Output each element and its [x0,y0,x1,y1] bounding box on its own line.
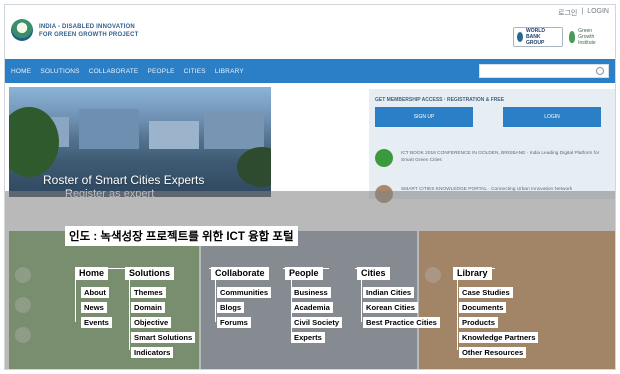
panel-heading: GET MEMBERSHIP ACCESS · REGISTRATION & F… [375,97,505,103]
sitemap-overlay [5,191,615,369]
menu-item-smart-solutions[interactable]: Smart Solutions [131,332,196,343]
login-button[interactable]: LOGIN [503,107,601,127]
menu-item-case-studies[interactable]: Case Studies [459,287,513,298]
menu-item-business[interactable]: Business [291,287,331,298]
menu-item-objective[interactable]: Objective [131,317,172,328]
menu-item-civil-society[interactable]: Civil Society [291,317,343,328]
news-thumbnail-icon [375,149,393,167]
top-links: 로그인 | LOGIN [558,8,609,18]
portal-window: 로그인 | LOGIN INDIA - DISABLED INNOVATION … [4,4,616,370]
world-bank-logo[interactable]: WORLD BANK GROUP [513,27,563,47]
menu-head-solutions[interactable]: Solutions [125,267,174,280]
globe-icon [517,32,524,42]
hero-title: Roster of Smart Cities Experts [43,173,205,187]
site-logo-icon[interactable] [11,19,33,41]
membership-panel: GET MEMBERSHIP ACCESS · REGISTRATION & F… [369,89,615,203]
menu-item-about[interactable]: About [81,287,109,298]
menu-head-collaborate[interactable]: Collaborate [211,267,269,280]
partner-2-label: Green Growth Institute [578,28,596,46]
menu-head-home[interactable]: Home [75,267,109,280]
nav-cities[interactable]: CITIES [184,68,206,75]
overlay-title: 인도 : 녹색성장 프로젝트를 위한 ICT 융합 포털 [65,226,298,246]
menu-item-korean-cities[interactable]: Korean Cities [363,302,418,313]
nav-collaborate[interactable]: COLLABORATE [89,68,139,75]
site-header: 로그인 | LOGIN INDIA - DISABLED INNOVATION … [5,5,615,59]
menu-item-indicators[interactable]: Indicators [131,347,174,358]
menu-item-domain[interactable]: Domain [131,302,165,313]
connector-line [129,268,130,350]
menu-item-communities[interactable]: Communities [217,287,272,298]
menu-item-news[interactable]: News [81,302,107,313]
sign-up-button[interactable]: SIGN UP [375,107,473,127]
brand-line-1: INDIA - DISABLED INNOVATION [39,24,135,30]
top-link-login[interactable]: LOGIN [587,8,609,18]
menu-item-experts[interactable]: Experts [291,332,325,343]
menu-item-academia[interactable]: Academia [291,302,333,313]
top-link-separator: | [581,8,584,15]
menu-item-products[interactable]: Products [459,317,498,328]
city-building-shape [149,121,199,149]
partner-1-label: WORLD BANK GROUP [526,28,545,46]
city-building-shape [79,109,139,149]
menu-item-indian-cities[interactable]: Indian Cities [363,287,415,298]
menu-head-people[interactable]: People [285,267,323,280]
menu-item-documents[interactable]: Documents [459,302,507,313]
tree-shape [237,147,271,187]
brand-line-2: FOR GREEN GROWTH PROJECT [39,32,139,38]
menu-item-best-practice-cities[interactable]: Best Practice Cities [363,317,440,328]
search-icon[interactable] [596,67,604,75]
menu-head-cities[interactable]: Cities [357,267,390,280]
menu-head-library[interactable]: Library [453,267,492,280]
partner-logos: WORLD BANK GROUP Green Growth Institute [513,27,609,47]
green-growth-logo[interactable]: Green Growth Institute [569,27,609,47]
news-text: ICT BOOK 2018 CONFERENCE IN GOLDEN, BRIS… [401,151,600,163]
city-building-shape [204,113,264,149]
nav-library[interactable]: LIBRARY [215,68,244,75]
site-brand[interactable]: INDIA - DISABLED INNOVATION FOR GREEN GR… [39,23,138,39]
menu-item-knowledge-partners[interactable]: Knowledge Partners [459,332,539,343]
top-link-login-ko[interactable]: 로그인 [558,8,577,18]
menu-item-other-resources[interactable]: Other Resources [459,347,527,358]
leaf-icon [569,31,576,43]
menu-item-blogs[interactable]: Blogs [217,302,245,313]
hero-banner[interactable]: Roster of Smart Cities Experts Register … [9,87,271,197]
nav-people[interactable]: PEOPLE [147,68,174,75]
menu-item-forums[interactable]: Forums [217,317,251,328]
nav-home[interactable]: HOME [11,68,31,75]
menu-item-themes[interactable]: Themes [131,287,166,298]
nav-solutions[interactable]: SOLUTIONS [40,68,79,75]
menu-item-events[interactable]: Events [81,317,112,328]
search-input[interactable] [479,64,609,78]
connector-line [457,268,458,350]
